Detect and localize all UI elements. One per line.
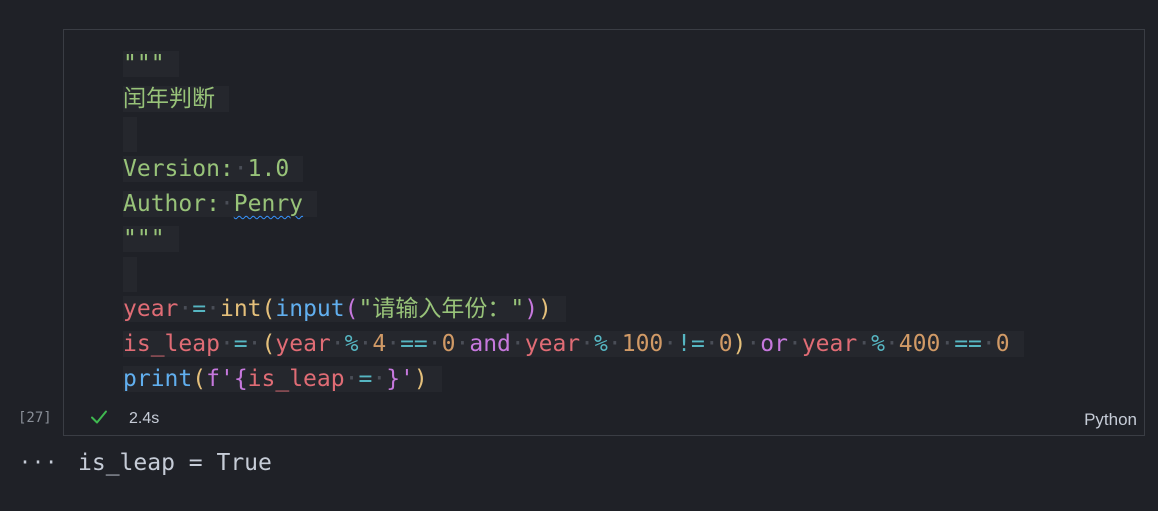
token-prompt-string: "请输入年份：" [358, 296, 525, 322]
token-int: int [219, 296, 262, 322]
code-line-8: year·=·int(input("请输入年份：")) [123, 292, 1024, 327]
docstring-open: """ [123, 51, 165, 77]
token-number: 100 [621, 331, 664, 357]
token-number: 0 [718, 331, 733, 357]
token-fstring-close: ' [400, 366, 414, 392]
token-number: 0 [441, 331, 456, 357]
token-is-leap: is_leap [247, 366, 345, 392]
token-year: year [123, 296, 179, 322]
code-line-6: """ [123, 222, 1024, 257]
cell-output: is_leap = True [78, 450, 272, 476]
code-line-4: Version:·1.0 [123, 152, 1024, 187]
token-or: or [760, 331, 788, 357]
ellipsis-icon[interactable]: ··· [19, 450, 58, 474]
token-year: year [801, 331, 858, 357]
docstring-title: 闰年判断 [123, 86, 215, 112]
code-cell[interactable]: """ 闰年判断 Version:·1.0 Author:·Penry """ year·… [63, 29, 1145, 436]
token-year: year [524, 331, 581, 357]
docstring-close: """ [123, 226, 165, 252]
code-line-3 [123, 117, 1024, 152]
code-line-10: print(f'{is_leap·=·}') [123, 362, 1024, 397]
token-and: and [469, 331, 511, 357]
token-print: print [123, 366, 193, 392]
execution-count: [27] [18, 410, 52, 426]
docstring-author-value: Penry [233, 191, 304, 217]
docstring-version-value: 1.0 [247, 156, 290, 182]
docstring-author-label: Author: [123, 191, 220, 217]
code-line-9: is_leap·=·(year·%·4·==·0·and·year·%·100·… [123, 327, 1024, 362]
token-is-leap: is_leap [123, 331, 220, 357]
check-icon [91, 410, 107, 424]
code-line-7 [123, 257, 1024, 292]
code-line-1: """ [123, 47, 1024, 82]
docstring-version-label: Version: [123, 156, 234, 182]
token-number: 0 [995, 331, 1010, 357]
code-editor[interactable]: """ 闰年判断 Version:·1.0 Author:·Penry """ year·… [123, 47, 1024, 397]
token-number: 400 [898, 331, 941, 357]
code-line-2: 闰年判断 [123, 82, 1024, 117]
code-line-5: Author:·Penry [123, 187, 1024, 222]
token-fstring-prefix: f' [206, 366, 234, 392]
language-indicator[interactable]: Python [1084, 410, 1137, 430]
token-year: year [275, 331, 331, 357]
token-number: 4 [372, 331, 387, 357]
execution-time: 2.4s [129, 410, 160, 427]
token-input: input [275, 296, 345, 322]
